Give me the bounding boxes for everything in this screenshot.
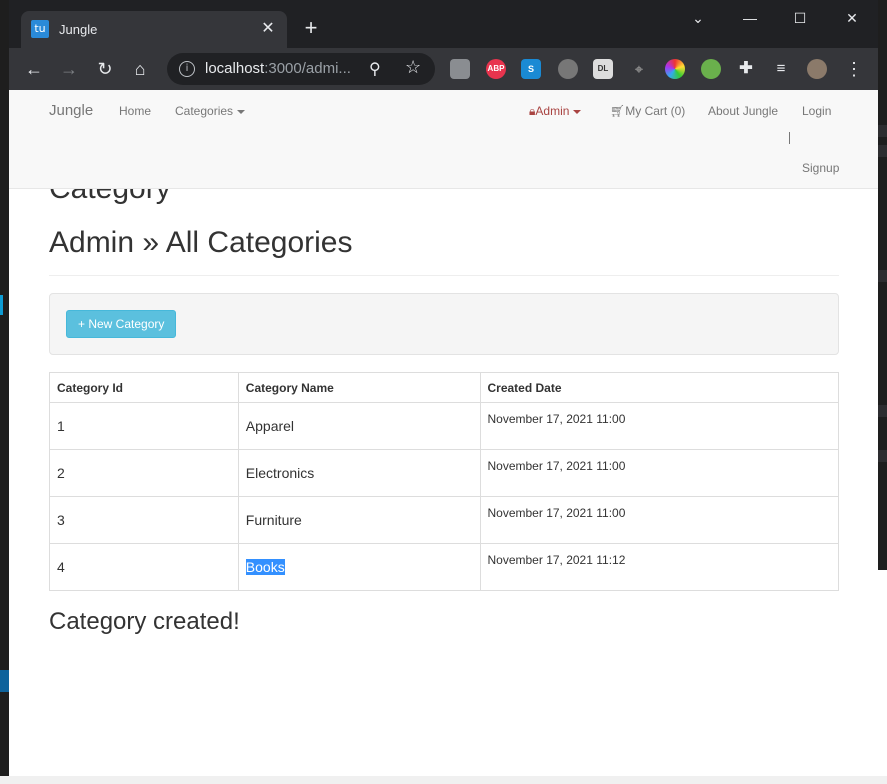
- cell-id: 4: [49, 543, 239, 591]
- circle-icon[interactable]: [558, 59, 578, 79]
- table-row: 4 Books November 17, 2021 11:12: [49, 543, 839, 591]
- nav-divider: [789, 132, 790, 144]
- lightbulb-icon[interactable]: [450, 59, 470, 79]
- cell-name: Apparel: [237, 402, 481, 450]
- favicon-icon: tu: [31, 20, 49, 38]
- caret-down-icon: [573, 109, 582, 114]
- nav-cart[interactable]: 🛒︎My Cart (0): [610, 104, 685, 118]
- background-accent: [0, 295, 3, 315]
- table-header-row: Category Id Category Name Created Date: [49, 372, 839, 403]
- flash-message: Category created!: [49, 608, 240, 635]
- zoom-icon[interactable]: ⚲: [369, 59, 381, 79]
- cell-created: November 17, 2021 11:00: [479, 496, 839, 544]
- maximize-button[interactable]: ☐: [777, 6, 823, 30]
- reload-button[interactable]: ↻: [92, 56, 118, 82]
- page-title: Admin » All Categories: [49, 226, 353, 259]
- menu-kebab-icon[interactable]: ⋮: [841, 56, 867, 82]
- table-row: 1 Apparel November 17, 2021 11:00: [49, 402, 839, 450]
- cell-name: Electronics: [237, 449, 481, 497]
- nav-signup[interactable]: Signup: [802, 161, 839, 175]
- color-wheel-icon[interactable]: [665, 59, 685, 79]
- s-icon[interactable]: S: [521, 59, 541, 79]
- categories-table: Category Id Category Name Created Date 1…: [49, 372, 839, 591]
- address-bar[interactable]: i localhost:3000/admi... ⚲ ☆: [167, 53, 435, 85]
- cell-id: 3: [49, 496, 239, 544]
- background-accent: [0, 670, 9, 692]
- cell-id: 1: [49, 402, 239, 450]
- nav-about[interactable]: About Jungle: [708, 104, 778, 118]
- background-window-panel: [878, 570, 887, 784]
- header-created-date: Created Date: [479, 372, 839, 403]
- cell-created: November 17, 2021 11:00: [479, 449, 839, 497]
- home-button[interactable]: ⌂: [127, 56, 153, 82]
- cart-icon: 🛒︎: [610, 104, 626, 118]
- media-icon[interactable]: ≡: [771, 59, 791, 79]
- mouse-icon[interactable]: ⌖: [629, 59, 649, 79]
- background-window-left: [0, 0, 9, 784]
- cell-created: November 17, 2021 11:12: [479, 543, 839, 591]
- actions-well: + New Category: [49, 293, 839, 355]
- page-viewport: Category Jungle Home Categories 🔒︎Admin …: [9, 90, 878, 776]
- forward-button[interactable]: →: [56, 56, 82, 82]
- table-row: 3 Furniture November 17, 2021 11:00: [49, 496, 839, 544]
- tab-search-icon[interactable]: ⌄: [675, 6, 721, 30]
- taskbar-strip: [0, 776, 887, 784]
- close-window-button[interactable]: ✕: [829, 6, 875, 30]
- nav-home[interactable]: Home: [119, 104, 151, 118]
- profile-avatar[interactable]: [807, 59, 827, 79]
- new-category-button[interactable]: + New Category: [66, 310, 177, 338]
- header-category-id: Category Id: [49, 372, 239, 403]
- title-bar: tu Jungle ✕ + ⌄ — ☐ ✕: [9, 0, 878, 48]
- puzzle-icon[interactable]: ✚: [736, 59, 756, 79]
- url-text[interactable]: localhost:3000/admi...: [205, 60, 351, 77]
- site-navbar: Jungle Home Categories 🔒︎Admin 🛒︎My Cart…: [9, 90, 878, 189]
- frog-icon[interactable]: [701, 59, 721, 79]
- close-tab-icon[interactable]: ✕: [257, 18, 279, 40]
- table-row: 2 Electronics November 17, 2021 11:00: [49, 449, 839, 497]
- cell-created: November 17, 2021 11:00: [479, 402, 839, 450]
- minimize-button[interactable]: —: [727, 6, 773, 30]
- tab-title: Jungle: [59, 22, 98, 37]
- cell-name: Furniture: [237, 496, 481, 544]
- site-info-icon[interactable]: i: [179, 61, 195, 77]
- browser-toolbar: ← → ↻ ⌂ i localhost:3000/admi... ⚲ ☆ ABP…: [9, 48, 878, 90]
- nav-categories-dropdown[interactable]: Categories: [175, 104, 246, 118]
- nav-login[interactable]: Login: [802, 104, 831, 118]
- selected-text: Books: [245, 559, 285, 575]
- cell-name: Books: [237, 543, 481, 591]
- browser-tab[interactable]: tu Jungle ✕: [21, 11, 287, 48]
- browser-window: tu Jungle ✕ + ⌄ — ☐ ✕ ← → ↻ ⌂ i localhos…: [9, 0, 878, 776]
- navbar-brand[interactable]: Jungle: [49, 102, 93, 119]
- zoom-dl-icon[interactable]: DL: [593, 59, 613, 79]
- nav-admin-dropdown[interactable]: 🔒︎Admin: [529, 104, 582, 119]
- back-button[interactable]: ←: [21, 56, 47, 82]
- header-category-name: Category Name: [237, 372, 481, 403]
- title-divider: [49, 275, 839, 276]
- caret-down-icon: [237, 109, 246, 114]
- cell-id: 2: [49, 449, 239, 497]
- abp-icon[interactable]: ABP: [486, 59, 506, 79]
- bookmark-star-icon[interactable]: ☆: [405, 57, 421, 78]
- new-tab-button[interactable]: +: [299, 16, 323, 40]
